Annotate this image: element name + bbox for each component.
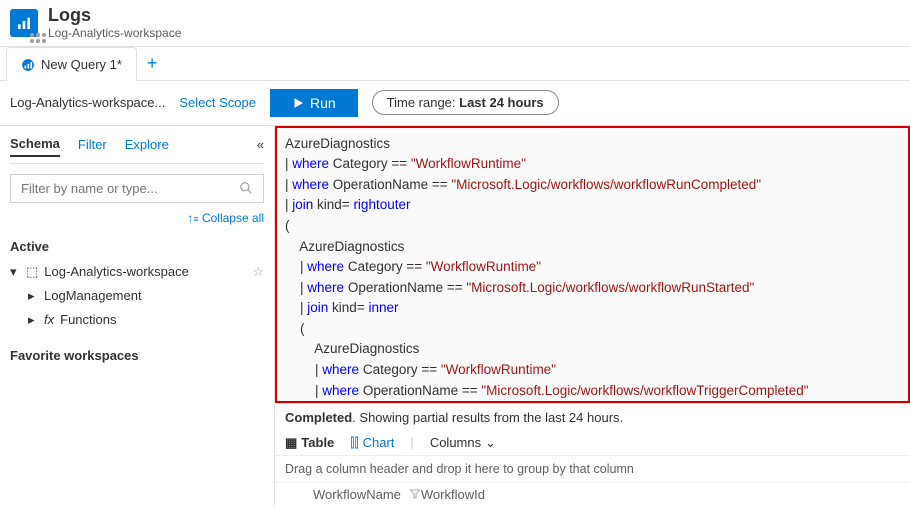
breadcrumb: Log-Analytics-workspace...	[10, 95, 165, 110]
results-tab-table[interactable]: ▦ Table	[285, 435, 334, 451]
search-icon	[239, 181, 253, 195]
page-subtitle: Log-Analytics-workspace	[48, 26, 181, 40]
app-header: Logs Log-Analytics-workspace	[0, 0, 910, 47]
tab-label: New Query 1*	[41, 57, 122, 72]
query-tabbar: New Query 1* +	[0, 47, 910, 81]
active-section-label: Active	[10, 239, 264, 254]
log-management-label: LogManagement	[44, 288, 142, 303]
tree-workspace-node[interactable]: ▾ ⬚ Log-Analytics-workspace ☆	[10, 260, 264, 284]
toolbar: Log-Analytics-workspace... Select Scope …	[0, 81, 910, 126]
results-header-row: WorkflowName WorkflowId	[275, 483, 910, 506]
favorite-workspaces-label: Favorite workspaces	[10, 348, 264, 363]
chart-icon: ⫿⫿	[350, 435, 358, 451]
tab-new-query-1[interactable]: New Query 1*	[6, 47, 137, 81]
query-tab-icon	[21, 58, 35, 72]
query-editor[interactable]: AzureDiagnostics | where Category == "Wo…	[275, 126, 910, 403]
select-scope-link[interactable]: Select Scope	[179, 95, 256, 110]
logs-app-icon	[10, 9, 38, 37]
favorite-star-icon[interactable]: ☆	[252, 264, 264, 280]
tree-logmanagement-node[interactable]: ▸ LogManagement	[10, 284, 264, 308]
collapse-sidebar-icon[interactable]: «	[257, 137, 264, 152]
columns-dropdown[interactable]: Columns ⌄	[430, 435, 496, 451]
group-by-hint[interactable]: Drag a column header and drop it here to…	[275, 455, 910, 483]
workspace-icon: ⬚	[26, 264, 38, 280]
workspace-label: Log-Analytics-workspace	[44, 264, 189, 279]
add-tab-button[interactable]: +	[137, 53, 168, 74]
result-view-tabs: ▦ Table ⫿⫿ Chart | Columns ⌄	[275, 431, 910, 455]
sidebar-tab-schema[interactable]: Schema	[10, 132, 60, 157]
time-range-value: Last 24 hours	[459, 95, 544, 110]
caret-right-icon: ▸	[28, 288, 38, 304]
sidebar-tab-filter[interactable]: Filter	[78, 133, 107, 156]
status-bar: Completed. Showing partial results from …	[275, 403, 910, 431]
collapse-all-link[interactable]: ↑≡ Collapse all	[10, 211, 264, 225]
column-header-workflowid[interactable]: WorkflowId	[421, 487, 485, 502]
column-header-workflowname[interactable]: WorkflowName	[313, 487, 421, 502]
caret-right-icon: ▸	[28, 312, 38, 328]
run-button[interactable]: Run	[270, 89, 358, 117]
page-title: Logs	[48, 6, 181, 26]
status-keyword: Completed	[285, 410, 352, 425]
status-text: . Showing partial results from the last …	[352, 410, 623, 425]
schema-filter-input[interactable]	[21, 181, 239, 196]
run-button-label: Run	[310, 95, 336, 111]
table-icon: ▦	[285, 435, 297, 451]
play-icon	[292, 97, 304, 109]
time-range-picker[interactable]: Time range: Last 24 hours	[372, 90, 559, 115]
functions-label: Functions	[60, 312, 116, 327]
schema-filter-box[interactable]	[10, 174, 264, 203]
sidebar-tab-explore[interactable]: Explore	[125, 133, 169, 156]
time-range-prefix: Time range:	[387, 95, 460, 110]
tree-functions-node[interactable]: ▸ fx Functions	[10, 308, 264, 332]
caret-down-icon: ▾	[10, 264, 20, 280]
fx-icon: fx	[44, 312, 54, 327]
filter-icon[interactable]	[409, 488, 421, 500]
results-tab-chart[interactable]: ⫿⫿ Chart	[350, 435, 394, 451]
sidebar: Schema Filter Explore « ↑≡ Collapse all …	[0, 126, 275, 506]
chevron-down-icon: ⌄	[485, 435, 496, 451]
sidebar-tabs: Schema Filter Explore «	[10, 132, 264, 164]
